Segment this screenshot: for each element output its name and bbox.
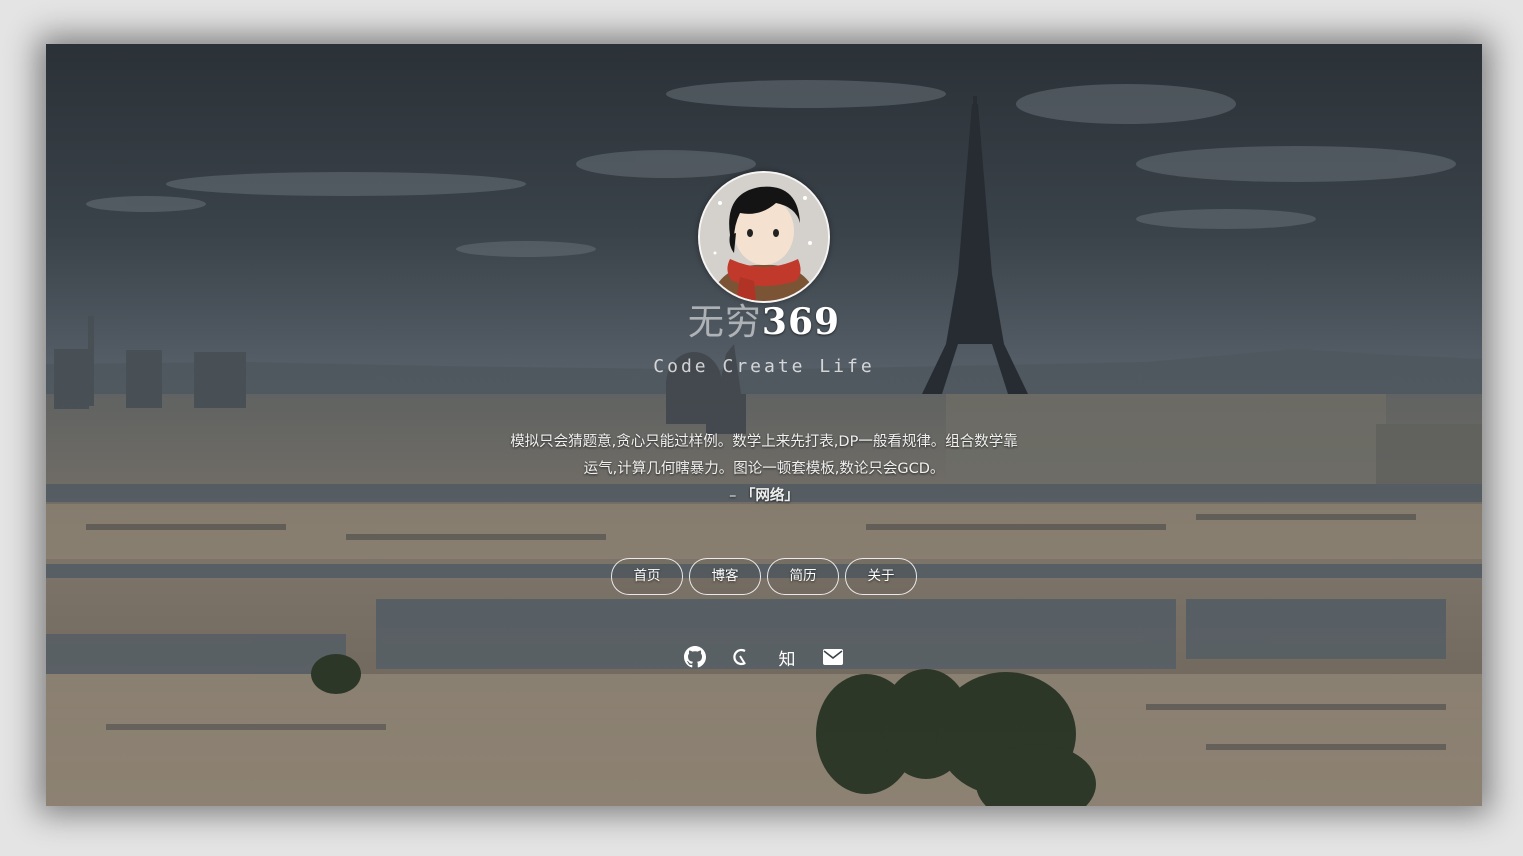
site-title-number: 369: [761, 301, 841, 343]
nav-home-button[interactable]: 首页: [611, 558, 683, 595]
quote-block: 模拟只会猜题意,贪心只能过样例。数学上来先打表,DP一般看规律。组合数学靠 运气…: [476, 429, 1052, 510]
main-nav: 首页 博客 简历 关于: [46, 558, 1482, 595]
mail-icon[interactable]: [822, 646, 844, 668]
avatar[interactable]: [698, 171, 830, 303]
github-icon[interactable]: [684, 646, 706, 668]
nav-blog-button[interactable]: 博客: [689, 558, 761, 595]
quote-source-prefix: –: [729, 488, 741, 504]
quote-source: – 「网络」: [476, 483, 1052, 510]
nav-about-button[interactable]: 关于: [845, 558, 917, 595]
csdn-icon[interactable]: [730, 646, 752, 668]
quote-line-2: 运气,计算几何瞎暴力。图论一顿套模板,数论只会GCD。: [583, 461, 945, 477]
nav-resume-button[interactable]: 简历: [767, 558, 839, 595]
site-title: 无穷369: [46, 300, 1482, 345]
site-title-cn: 无穷: [687, 302, 762, 343]
site-tagline: Code Create Life: [653, 356, 875, 377]
hero-frame: 无穷369 Code Create Life 模拟只会猜题意,贪心只能过样例。数…: [46, 44, 1482, 806]
zhihu-icon[interactable]: 知: [776, 646, 798, 670]
quote-source-name: 「网络」: [740, 488, 799, 504]
hero-content: 无穷369 Code Create Life 模拟只会猜题意,贪心只能过样例。数…: [46, 44, 1482, 806]
quote-line-1: 模拟只会猜题意,贪心只能过样例。数学上来先打表,DP一般看规律。组合数学靠: [510, 434, 1018, 450]
social-links: 知: [46, 646, 1482, 670]
avatar-illustration: [700, 173, 828, 301]
